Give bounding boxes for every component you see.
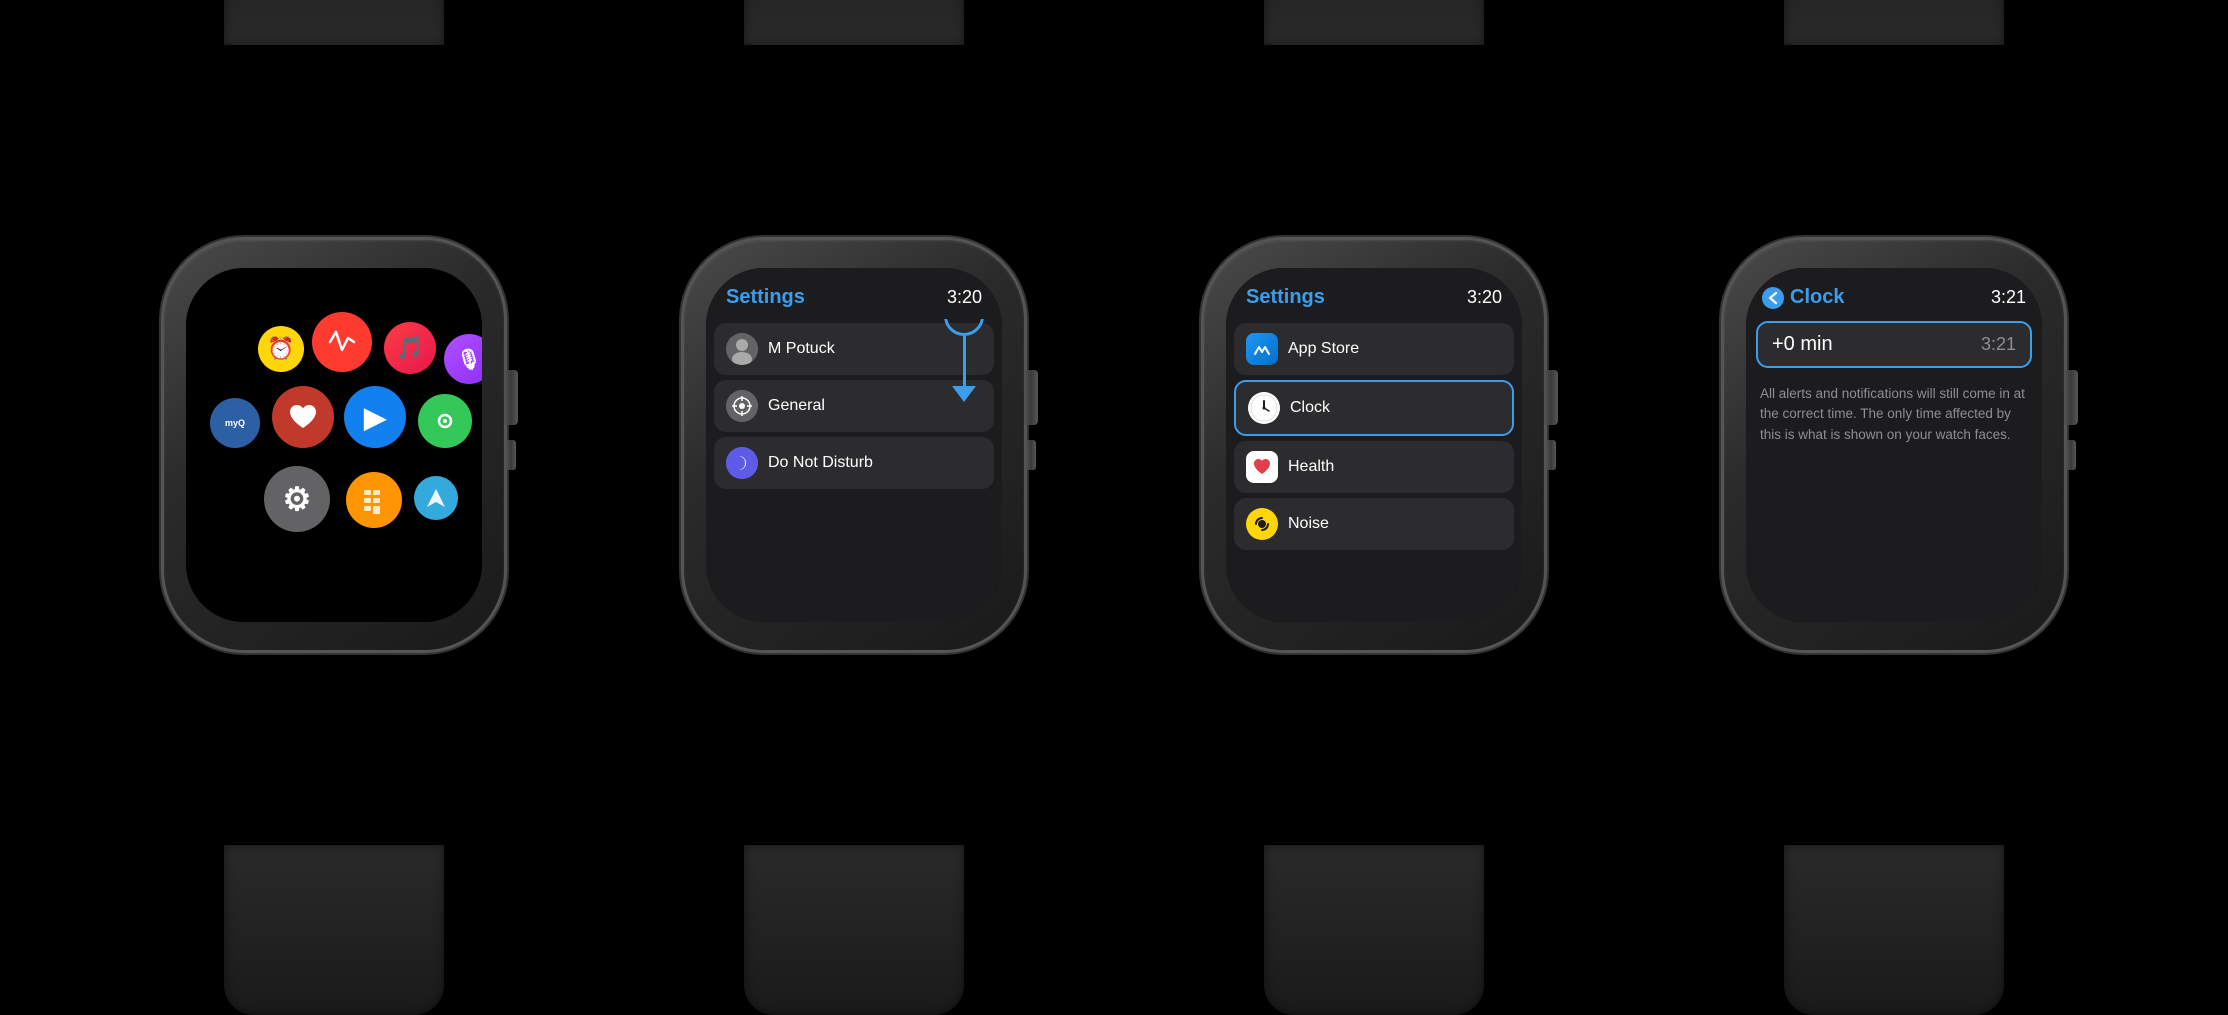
clock-detail-screen: Clock 3:21 +0 min 3:21 All alerts and no… xyxy=(1746,268,2042,622)
settings-item-label-clock: Clock xyxy=(1290,399,1330,417)
scroll-line xyxy=(963,336,966,386)
watch-band-bottom-1 xyxy=(224,845,444,1015)
app-grid-screen: ⏰ 🎵 🎙 myQ ▶ xyxy=(186,268,482,622)
watch-crown-3 xyxy=(1544,370,1558,425)
watch-1: ⏰ 🎵 🎙 myQ ▶ xyxy=(94,35,574,855)
watch-body-4: Clock 3:21 +0 min 3:21 All alerts and no… xyxy=(1724,240,2064,650)
clock-adjust-value: 3:21 xyxy=(1981,334,2016,355)
settings-time-2: 3:20 xyxy=(947,287,982,308)
settings-header-2: Settings 3:20 xyxy=(706,268,1002,319)
app-icon-myq[interactable]: myQ xyxy=(210,398,260,448)
settings-item-label-health: Health xyxy=(1288,458,1334,476)
watch-body-3: Settings 3:20 App Store xyxy=(1204,240,1544,650)
watch-crown-2 xyxy=(1024,370,1038,425)
settings-list-2: M Potuck xyxy=(706,319,1002,622)
settings-item-mpotuck[interactable]: M Potuck xyxy=(714,323,994,375)
watch-button-1 xyxy=(506,440,516,470)
watch-screen-1: ⏰ 🎵 🎙 myQ ▶ xyxy=(186,268,482,622)
watch-band-top-3 xyxy=(1264,0,1484,45)
app-icon-maps[interactable] xyxy=(414,476,458,520)
dnd-icon xyxy=(726,447,758,479)
person-icon xyxy=(726,333,758,365)
clock-detail-title: Clock xyxy=(1790,286,1985,309)
watch-screen-2: Settings 3:20 M xyxy=(706,268,1002,622)
settings-title-2: Settings xyxy=(726,286,805,309)
settings-screen-3: Settings 3:20 App Store xyxy=(1226,268,1522,622)
settings-item-label-dnd: Do Not Disturb xyxy=(768,454,873,472)
settings-item-appstore[interactable]: App Store xyxy=(1234,323,1514,375)
back-button[interactable] xyxy=(1762,287,1784,309)
general-icon xyxy=(726,390,758,422)
settings-list-3: App Store Clock xyxy=(1226,319,1522,622)
watch-body-2: Settings 3:20 M xyxy=(684,240,1024,650)
clock-detail-header: Clock 3:21 xyxy=(1746,268,2042,317)
watch-band-bottom-3 xyxy=(1264,845,1484,1015)
watch-band-bottom-2 xyxy=(744,845,964,1015)
app-icon-activity[interactable] xyxy=(312,312,372,372)
clock-time-adjust[interactable]: +0 min 3:21 xyxy=(1756,321,2032,368)
watch-button-2 xyxy=(1026,440,1036,470)
watch-body-1: ⏰ 🎵 🎙 myQ ▶ xyxy=(164,240,504,650)
app-icon-settings[interactable]: ⚙ xyxy=(264,466,330,532)
settings-screen-2: Settings 3:20 M xyxy=(706,268,1002,622)
settings-item-label-general: General xyxy=(768,397,825,415)
watch-4: Clock 3:21 +0 min 3:21 All alerts and no… xyxy=(1654,35,2134,855)
app-icon-alarm[interactable]: ⏰ xyxy=(258,326,304,372)
app-icon-calculator[interactable] xyxy=(346,472,402,528)
app-icon-findmy[interactable] xyxy=(418,394,472,448)
app-icon-heart[interactable] xyxy=(272,386,334,448)
clock-detail-time: 3:21 xyxy=(1991,287,2026,308)
clock-description: All alerts and notifications will still … xyxy=(1746,372,2042,457)
app-icon-podcasts[interactable]: 🎙 xyxy=(444,334,482,384)
watch-2: Settings 3:20 M xyxy=(614,35,1094,855)
health-icon xyxy=(1246,451,1278,483)
noise-icon xyxy=(1246,508,1278,540)
watch-button-3 xyxy=(1546,440,1556,470)
settings-item-noise[interactable]: Noise xyxy=(1234,498,1514,550)
watch-screen-3: Settings 3:20 App Store xyxy=(1226,268,1522,622)
settings-header-3: Settings 3:20 xyxy=(1226,268,1522,319)
settings-item-label-appstore: App Store xyxy=(1288,340,1359,358)
watch-band-top-2 xyxy=(744,0,964,45)
scroll-arrow xyxy=(952,386,976,402)
app-icon-nowplaying[interactable]: ▶ xyxy=(344,386,406,448)
watch-crown-4 xyxy=(2064,370,2078,425)
settings-item-dnd[interactable]: Do Not Disturb xyxy=(714,437,994,489)
settings-time-3: 3:20 xyxy=(1467,287,1502,308)
settings-item-label-mpotuck: M Potuck xyxy=(768,340,835,358)
settings-item-label-noise: Noise xyxy=(1288,515,1329,533)
scroll-circle xyxy=(944,319,984,336)
settings-item-health[interactable]: Health xyxy=(1234,441,1514,493)
appstore-icon xyxy=(1246,333,1278,365)
clock-icon xyxy=(1248,392,1280,424)
settings-item-clock[interactable]: Clock xyxy=(1234,380,1514,436)
watch-screen-4: Clock 3:21 +0 min 3:21 All alerts and no… xyxy=(1746,268,2042,622)
watch-band-bottom-4 xyxy=(1784,845,2004,1015)
scroll-indicator-container xyxy=(944,319,984,402)
watch-3: Settings 3:20 App Store xyxy=(1134,35,1614,855)
clock-adjust-label: +0 min xyxy=(1772,333,1833,356)
watch-band-top-4 xyxy=(1784,0,2004,45)
settings-title-3: Settings xyxy=(1246,286,1325,309)
watch-band-top-1 xyxy=(224,0,444,45)
watch-button-4 xyxy=(2066,440,2076,470)
watch-crown-1 xyxy=(504,370,518,425)
app-icon-music[interactable]: 🎵 xyxy=(384,322,436,374)
